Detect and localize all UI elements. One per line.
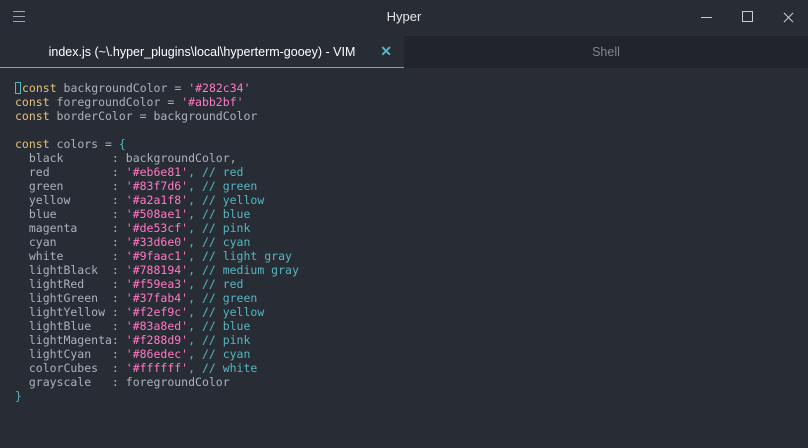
code-line: lightGreen : '#37fab4', // green bbox=[15, 291, 258, 305]
code-line: colorCubes : '#ffffff', // white bbox=[15, 361, 258, 375]
code-line: lightMagenta: '#f288d9', // pink bbox=[15, 333, 251, 347]
code-line: lightCyan : '#86edec', // cyan bbox=[15, 347, 251, 361]
code-line: lightRed : '#f59ea3', // red bbox=[15, 277, 244, 291]
code-line: magenta : '#de53cf', // pink bbox=[15, 221, 251, 235]
tab-label: Shell bbox=[592, 45, 620, 59]
close-icon[interactable] bbox=[780, 8, 798, 26]
window-title: Hyper bbox=[386, 9, 422, 24]
code-line: cyan : '#33d6e0', // cyan bbox=[15, 235, 251, 249]
code-line: white : '#9faac1', // light gray bbox=[15, 249, 292, 263]
code-line: const borderColor = backgroundColor bbox=[15, 109, 258, 123]
tab-label: index.js (~\.hyper_plugins\local\hyperte… bbox=[48, 44, 356, 59]
code-line: lightBlack : '#788194', // medium gray bbox=[15, 263, 299, 277]
title-bar: Hyper bbox=[0, 0, 808, 36]
tab-shell[interactable]: Shell bbox=[404, 36, 808, 68]
code-line: blue : '#508ae1', // blue bbox=[15, 207, 251, 221]
code-line: yellow : '#a2a1f8', // yellow bbox=[15, 193, 265, 207]
code-editor[interactable]: const backgroundColor = '#282c34' const … bbox=[15, 81, 795, 403]
code-line: black : backgroundColor, bbox=[15, 151, 237, 165]
maximize-icon[interactable] bbox=[738, 8, 756, 26]
code-line: const backgroundColor = '#282c34' bbox=[15, 81, 795, 95]
code-line: green : '#83f7d6', // green bbox=[15, 179, 258, 193]
cursor bbox=[15, 82, 21, 94]
tab-vim[interactable]: index.js (~\.hyper_plugins\local\hyperte… bbox=[0, 36, 404, 68]
hamburger-icon[interactable] bbox=[13, 11, 25, 22]
colors-entries: black : backgroundColor, red : '#eb6e81'… bbox=[15, 151, 795, 389]
tab-bar: index.js (~\.hyper_plugins\local\hyperte… bbox=[0, 36, 808, 68]
tab-close-icon[interactable]: ✕ bbox=[380, 43, 392, 60]
code-line: lightBlue : '#83a8ed', // blue bbox=[15, 319, 251, 333]
code-line: grayscale : foregroundColor bbox=[15, 375, 230, 389]
code-line: red : '#eb6e81', // red bbox=[15, 165, 244, 179]
code-line: const foregroundColor = '#abb2bf' bbox=[15, 95, 244, 109]
code-line: lightYellow : '#f2ef9c', // yellow bbox=[15, 305, 265, 319]
code-line: } bbox=[15, 389, 22, 403]
code-line: const colors = { bbox=[15, 137, 126, 151]
minimize-icon[interactable] bbox=[698, 8, 716, 26]
